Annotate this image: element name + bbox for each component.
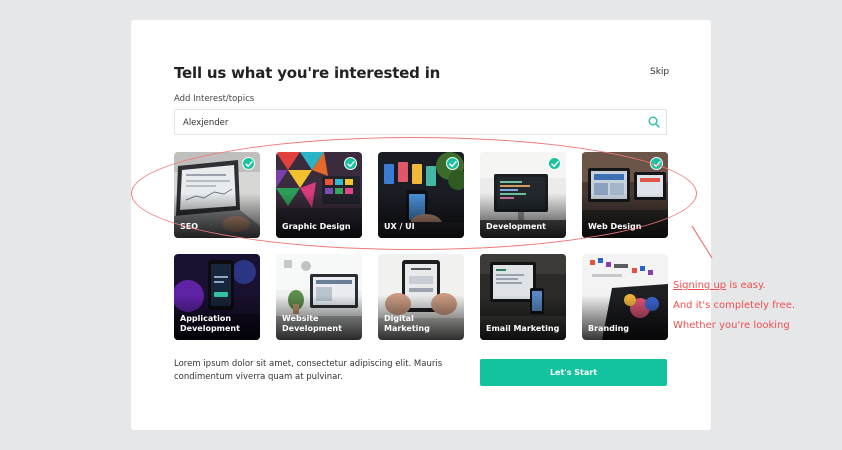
annotation-note: Signing up is easy. And it's completely … [673,276,795,336]
signing-up-link[interactable]: Signing up [673,280,726,291]
note-line1-text: is easy. [726,280,766,291]
description-text: Lorem ipsum dolor sit amet, consectetur … [174,359,443,382]
note-line2: And it's completely free. [673,300,796,311]
note-line3: Whether you're looking [673,320,790,331]
lets-start-button[interactable]: Let's Start [480,359,667,386]
